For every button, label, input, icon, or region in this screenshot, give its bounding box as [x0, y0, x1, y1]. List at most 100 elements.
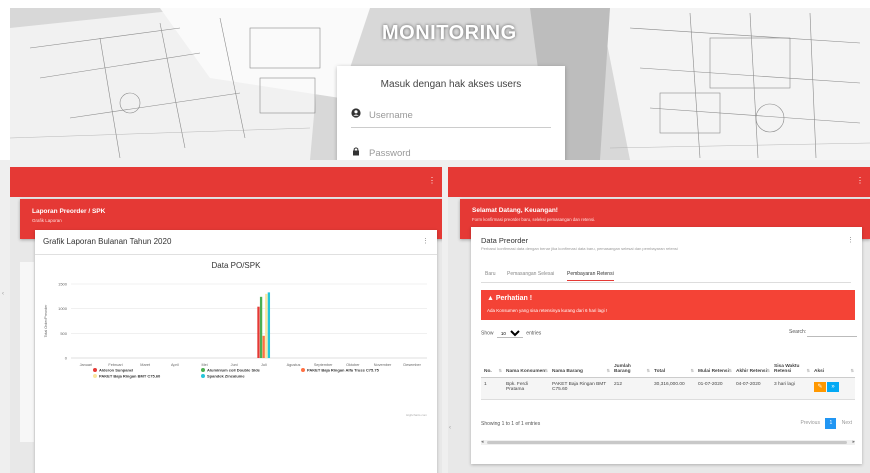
y-tick-label: 1000 [58, 306, 68, 311]
password-input[interactable] [369, 148, 549, 159]
app-title: MONITORING [382, 22, 517, 44]
col-mulai-retensi[interactable]: Mulai Retensi ⇅ [695, 347, 733, 378]
forward-button[interactable]: » [827, 381, 839, 392]
po-spk-chart: Data PO/SPK 0 500 1000 1500 Total Order/Preor… [44, 261, 427, 417]
chart-credit: Highcharts.com [406, 413, 427, 417]
table-search: Search: [789, 328, 857, 337]
col-akhir-retensi[interactable]: Akhir Retensi ⇅ [733, 347, 771, 378]
legend-item: Alderon Sunpanel [99, 368, 133, 373]
y-tick-label: 1500 [58, 282, 68, 287]
sort-icon: ⇅ [728, 367, 732, 373]
x-tick-label: Maret [140, 363, 151, 367]
tab-pemasangan-selesai[interactable]: Pemasangan Selesai [507, 271, 554, 277]
scroll-right-icon[interactable]: ▸ [852, 439, 855, 445]
tab-bar: Baru Pemasangan Selesai Pembayaran Reten… [481, 269, 851, 283]
x-tick-label: Februari [108, 363, 122, 367]
chevron-left-icon[interactable]: ‹ [2, 291, 4, 297]
sort-icon: ⇅ [806, 367, 810, 373]
chevron-left-icon[interactable]: ‹ [449, 425, 451, 431]
legend-marker [301, 368, 305, 372]
cell-no: 1 [481, 377, 503, 400]
scrollbar-thumb[interactable] [487, 441, 847, 444]
sort-icon: ⇅ [690, 367, 694, 373]
search-input[interactable] [807, 328, 857, 337]
pagination: Previous 1 Next [796, 418, 852, 429]
legend-marker [201, 368, 205, 372]
col-total[interactable]: Total ⇅ [651, 347, 695, 378]
y-tick-label: 0 [65, 356, 68, 361]
cell-mulai: 01-07-2020 [695, 377, 733, 400]
card-title: Data Preorder [481, 236, 529, 245]
divider [35, 254, 437, 255]
bar [267, 292, 271, 358]
pager-page-1[interactable]: 1 [825, 418, 837, 429]
col-nama-konsumen[interactable]: Nama Konsumen ⇅ [503, 347, 549, 378]
welcome-title: Selamat Datang, Keuangan! [472, 207, 558, 214]
alert-message: Ada Konsumen yang sisa retensinya kurang… [487, 308, 608, 313]
more-vert-icon[interactable]: ⋮ [847, 236, 854, 244]
double-chevron-right-icon: » [831, 383, 835, 390]
sort-icon: ⇅ [544, 367, 548, 373]
cell-total: 30,316,000.00 [651, 377, 695, 400]
more-vert-icon[interactable]: ⋮ [856, 176, 864, 185]
password-row [351, 146, 551, 160]
warning-icon: ▲ [487, 295, 496, 302]
cell-akhir: 04-07-2020 [733, 377, 771, 400]
legend-marker [93, 368, 97, 372]
x-tick-label: April [171, 363, 179, 367]
card-subtitle: Perbarui konfirmasi data dengan benar ji… [481, 246, 678, 251]
username-input[interactable] [369, 110, 549, 121]
x-tick-label: Juli [261, 363, 267, 367]
pager-next[interactable]: Next [842, 420, 852, 426]
top-app-bar: ⋮ [448, 167, 870, 197]
sort-icon: ⇅ [606, 367, 610, 373]
col-aksi[interactable]: Aksi ⇅ [811, 347, 855, 378]
sort-icon: ⇅ [498, 367, 502, 373]
scroll-left-icon[interactable]: ◂ [481, 439, 484, 445]
top-app-bar: ⋮ [10, 167, 442, 197]
x-tick-label: Desember [403, 363, 421, 367]
y-tick-label: 500 [60, 331, 67, 336]
col-nama-barang[interactable]: Nama Barang ⇅ [549, 347, 611, 378]
edit-button[interactable]: ✎ [814, 381, 826, 392]
bar [262, 335, 265, 358]
username-row [351, 108, 551, 128]
account-icon [351, 108, 361, 118]
legend-item: PAKET Baja Ringan BMT C75.60 [99, 374, 161, 379]
legend-marker [201, 374, 205, 378]
x-tick-label: Mei [201, 363, 207, 367]
preorder-table: No. ⇅ Nama Konsumen ⇅ Nama Barang ⇅ Jumlah … [481, 347, 855, 400]
login-title: Masuk dengan hak akses users [380, 79, 522, 90]
chart-card: Grafik Laporan Bulanan Tahun 2020 ⋮ Data… [35, 230, 437, 473]
chart-card-title: Grafik Laporan Bulanan Tahun 2020 [43, 237, 172, 246]
pencil-icon: ✎ [817, 383, 823, 390]
cell-sisa: 3 hari lagi [771, 377, 811, 400]
report-screen: ⋮ Laporan Preorder / SPK Grafik Laporan … [10, 167, 442, 473]
login-hero: MONITORING Masuk dengan hak akses users [10, 8, 870, 160]
table-header-row: No. ⇅ Nama Konsumen ⇅ Nama Barang ⇅ Jumlah … [481, 347, 855, 378]
col-jumlah-barang[interactable]: Jumlah Barang ⇅ [611, 347, 651, 378]
sort-icon: ⇅ [646, 367, 650, 373]
preorder-card: Data Preorder Perbarui konfirmasi data d… [471, 227, 862, 464]
legend-marker [93, 374, 97, 378]
col-no[interactable]: No. ⇅ [481, 347, 503, 378]
tab-baru[interactable]: Baru [485, 271, 496, 277]
cell-konsumen: Bpk. Ferdi Pratama [503, 377, 549, 400]
x-tick-label: September [314, 363, 333, 367]
sort-icon: ⇅ [850, 367, 854, 373]
cell-jumlah: 212 [611, 377, 651, 400]
entries-length: Show 10 entries [481, 329, 541, 338]
more-vert-icon[interactable]: ⋮ [428, 176, 436, 185]
lock-icon [353, 147, 359, 156]
tab-pembayaran-retensi[interactable]: Pembayaran Retensi [567, 271, 614, 281]
horizontal-scrollbar[interactable]: ◂ ▸ [481, 439, 855, 445]
bar [259, 296, 263, 358]
x-tick-label: Agustus [287, 363, 301, 367]
col-sisa-waktu[interactable]: Sisa Waktu Retensi ⇅ [771, 347, 811, 378]
bar [257, 306, 260, 358]
bar [265, 293, 268, 358]
entries-select[interactable]: 10 [496, 329, 523, 338]
legend-item: PAKET Baja Ringan Alfa Truss C75.75 [307, 368, 380, 373]
more-vert-icon[interactable]: ⋮ [422, 237, 429, 245]
pager-previous[interactable]: Previous [800, 420, 819, 426]
